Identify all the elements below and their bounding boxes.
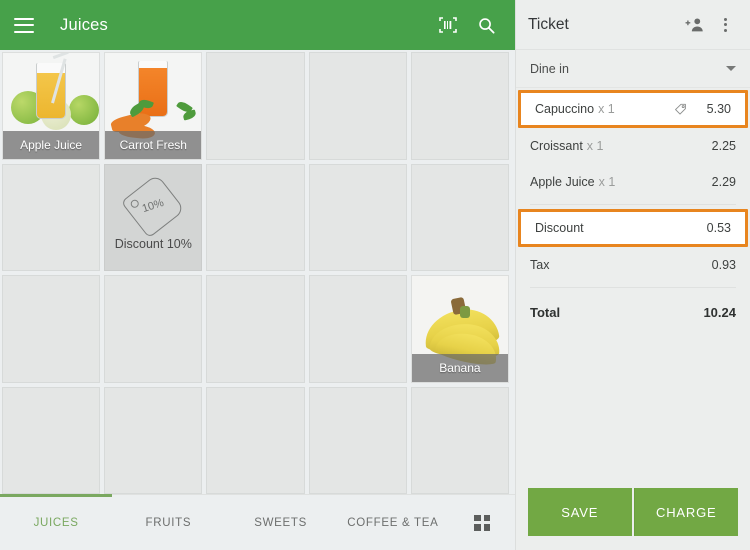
more-vertical-icon[interactable] (712, 12, 738, 38)
add-person-icon[interactable] (682, 12, 708, 38)
discount-tile-label: Discount 10% (114, 237, 192, 252)
product-tile-label: Apple Juice (3, 130, 100, 159)
empty-tile[interactable] (2, 163, 101, 271)
product-tile[interactable]: Banana (410, 275, 509, 383)
chevron-down-icon (726, 66, 736, 71)
ticket-line-item[interactable]: Apple Juice x 1 2.29 (516, 164, 750, 200)
barcode-scanner-icon[interactable] (433, 10, 463, 40)
line-item-amount: 0.53 (706, 221, 731, 235)
ticket-divider (530, 204, 736, 205)
catalog-panel: Juices Apple Juice Carrot Fresh 10% Disc… (0, 0, 515, 550)
ticket-adjustment-row[interactable]: Tax 0.93 (516, 247, 750, 283)
ticket-line-item[interactable]: Croissant x 1 2.25 (516, 128, 750, 164)
save-button[interactable]: SAVE (528, 488, 632, 536)
line-item-name: Tax (530, 258, 550, 272)
empty-tile[interactable] (206, 275, 305, 383)
line-item-amount: 2.25 (711, 139, 736, 153)
product-tile-label: Banana (411, 353, 508, 382)
ticket-header: Ticket (516, 0, 750, 50)
product-grid: Apple Juice Carrot Fresh 10% Discount 10… (2, 52, 513, 494)
ticket-divider (530, 287, 736, 288)
tab-juices[interactable]: JUICES (0, 494, 113, 550)
empty-tile[interactable] (308, 163, 407, 271)
ticket-line-item[interactable]: Capuccino x 1 5.30 (518, 90, 748, 128)
dining-option-select[interactable]: Dine in (516, 50, 750, 88)
category-tab-bar: JUICES FRUITS SWEETS COFFEE & TEA (0, 494, 515, 550)
pos-app: Juices Apple Juice Carrot Fresh 10% Disc… (0, 0, 750, 550)
empty-tile[interactable] (104, 275, 203, 383)
empty-tile[interactable] (308, 52, 407, 160)
hamburger-menu-icon[interactable] (14, 17, 34, 33)
empty-tile[interactable] (2, 386, 101, 494)
line-item-name: Discount (535, 221, 584, 235)
discount-tile[interactable]: 10% Discount 10% (104, 163, 203, 271)
empty-tile[interactable] (2, 275, 101, 383)
product-tile[interactable]: Carrot Fresh (104, 52, 203, 160)
tab-label: JUICES (33, 516, 79, 529)
line-item-amount: 2.29 (711, 175, 736, 189)
search-icon[interactable] (471, 10, 501, 40)
total-label: Total (530, 304, 561, 320)
total-amount: 10.24 (703, 304, 736, 320)
tab-label: SWEETS (254, 516, 307, 529)
tab-label: FRUITS (145, 516, 192, 529)
ticket-line-list: Capuccino x 1 5.30 Croissant x 1 2.25 Apple J… (516, 88, 750, 480)
empty-tile[interactable] (206, 52, 305, 160)
tab-coffee-tea[interactable]: COFFEE & TEA (337, 495, 449, 550)
ticket-adjustment-row[interactable]: Discount 0.53 (518, 209, 748, 247)
product-tile[interactable]: Apple Juice (2, 52, 101, 160)
product-grid-wrapper: Apple Juice Carrot Fresh 10% Discount 10… (0, 50, 515, 494)
empty-tile[interactable] (308, 386, 407, 494)
ticket-total-row: Total 10.24 (516, 292, 750, 332)
line-item-qty: x 1 (598, 175, 616, 189)
line-item-qty: x 1 (598, 102, 615, 116)
tab-fruits[interactable]: FRUITS (112, 495, 224, 550)
tag-percent-icon: 10% (120, 173, 186, 239)
empty-tile[interactable] (410, 386, 509, 494)
dining-option-value: Dine in (530, 61, 569, 76)
empty-tile[interactable] (410, 52, 509, 160)
empty-tile[interactable] (308, 275, 407, 383)
line-item-name: Capuccino (535, 102, 595, 116)
line-item-name: Apple Juice (530, 175, 595, 189)
ticket-title: Ticket (528, 15, 569, 33)
empty-tile[interactable] (206, 163, 305, 271)
page-title: Juices (60, 15, 108, 34)
empty-tile[interactable] (104, 386, 203, 494)
line-tag-icon (674, 103, 687, 116)
product-tile-label: Carrot Fresh (105, 130, 202, 159)
line-item-amount: 5.30 (706, 102, 731, 116)
grid-icon-glyph (474, 514, 490, 531)
tab-list: JUICES FRUITS SWEETS COFFEE & TEA (0, 494, 449, 550)
line-item-qty: x 1 (586, 139, 604, 153)
empty-tile[interactable] (410, 163, 509, 271)
more-dots-glyph (723, 17, 727, 32)
ticket-actions: SAVE CHARGE (516, 480, 750, 550)
ticket-panel: Ticket Dine in Capuccino x 1 5.30 Croissan… (515, 0, 750, 550)
line-item-amount: 0.93 (711, 258, 736, 272)
tab-sweets[interactable]: SWEETS (225, 495, 337, 550)
empty-tile[interactable] (206, 386, 305, 494)
tab-label: COFFEE & TEA (347, 516, 439, 529)
charge-button[interactable]: CHARGE (633, 488, 738, 536)
grid-view-icon[interactable] (449, 514, 515, 531)
line-item-name: Croissant (530, 139, 583, 153)
app-bar: Juices (0, 0, 515, 50)
